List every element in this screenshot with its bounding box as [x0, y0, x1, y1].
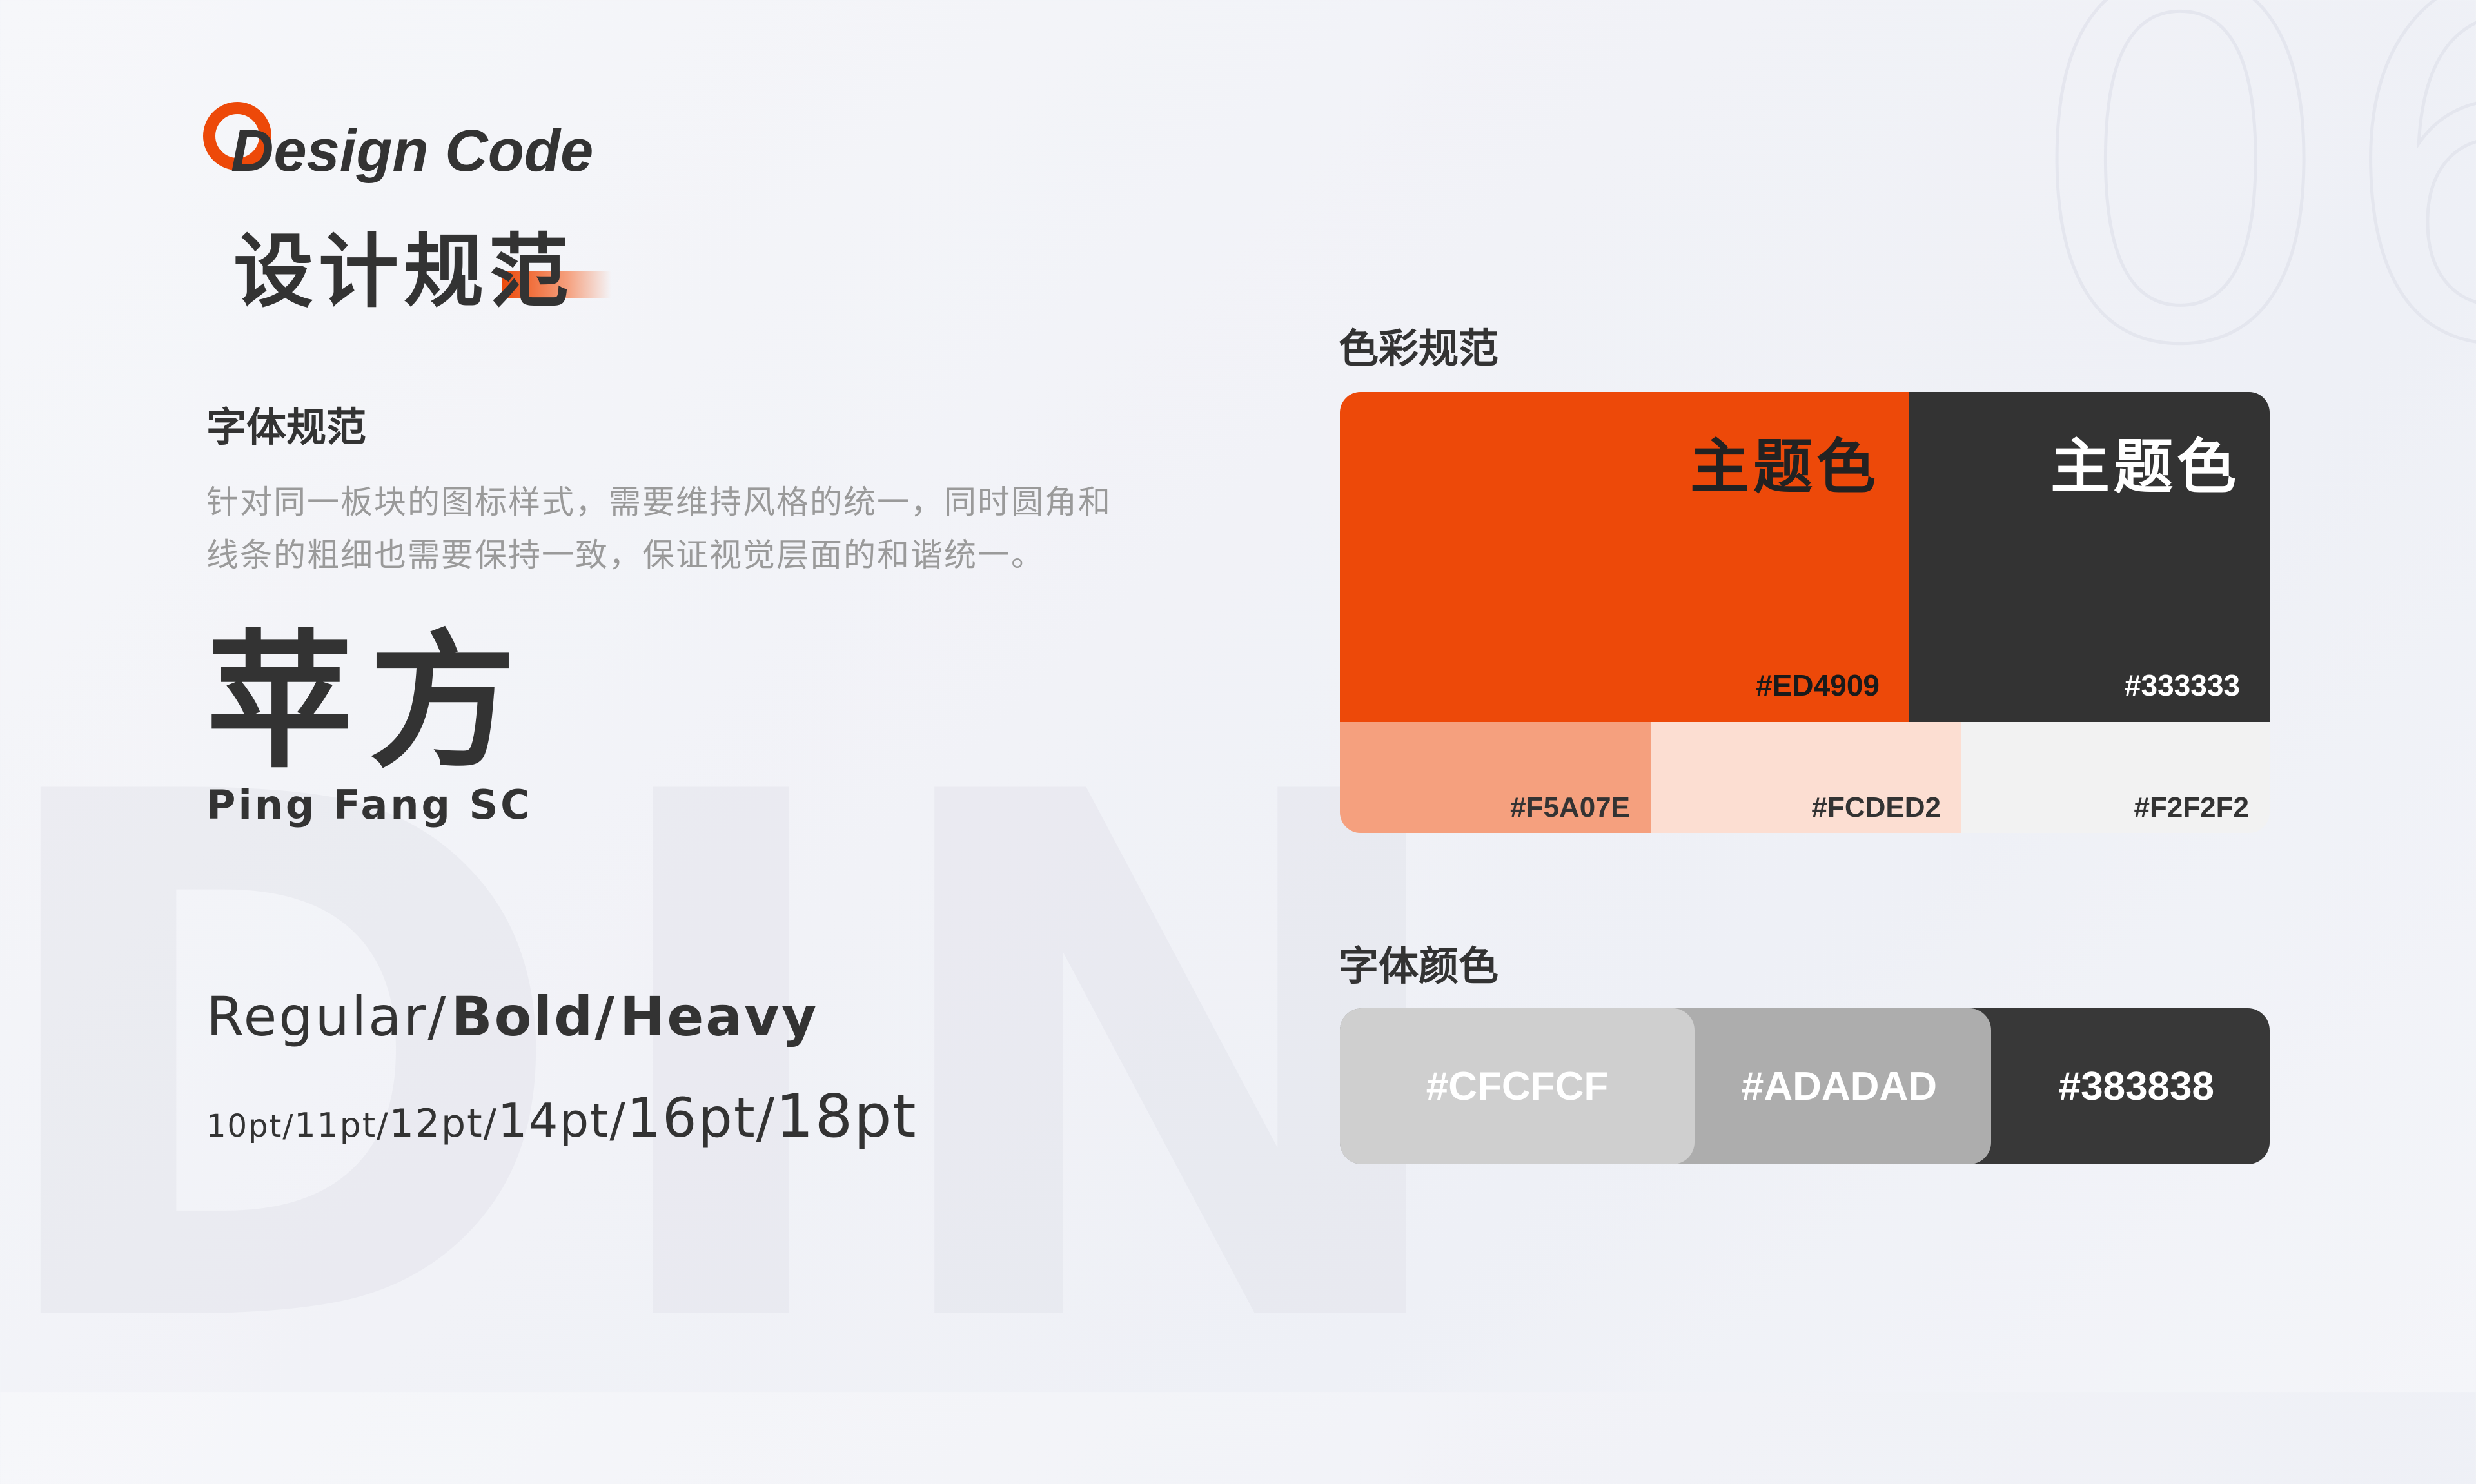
- font-size-12: 12pt/: [389, 1101, 498, 1146]
- color-spec-heading: 色彩规范: [1339, 325, 1499, 372]
- font-size-14: 14pt/: [497, 1093, 627, 1147]
- font-size-11: 11pt/: [294, 1106, 389, 1145]
- swatch-tint-1-hex: #F5A07E: [1510, 792, 1630, 823]
- swatch-secondary: 主题色 #333333: [1909, 392, 2270, 722]
- swatch-tint-1: #F5A07E: [1340, 722, 1651, 833]
- swatch-primary: 主题色 #ED4909: [1340, 392, 1909, 722]
- font-size-10: 10pt/: [206, 1108, 295, 1144]
- swatch-tint-3-hex: #F2F2F2: [2134, 792, 2249, 823]
- text-color-mid-hex: #ADADAD: [1741, 1064, 1937, 1109]
- weight-bold: Bold/: [451, 985, 616, 1048]
- color-palette: 主题色 #ED4909 主题色 #333333 #F5A07E #FCDED2 …: [1340, 392, 2270, 833]
- page-title-cn: 设计规范: [233, 226, 575, 318]
- swatch-secondary-name: 主题色: [2050, 433, 2240, 502]
- swatch-primary-hex: #ED4909: [1756, 669, 1880, 702]
- swatch-secondary-hex: #333333: [2124, 669, 2240, 702]
- page-title-en: Design Code: [231, 118, 594, 184]
- swatch-tint-2-hex: #FCDED2: [1811, 792, 1941, 823]
- text-color-heading: 字体颜色: [1339, 942, 1499, 990]
- weight-regular: Regular/: [206, 985, 448, 1048]
- font-sizes: 10pt/11pt/12pt/14pt/16pt/18pt: [206, 1082, 918, 1151]
- swatch-tint-3: #F2F2F2: [1961, 722, 2270, 833]
- swatch-primary-name: 主题色: [1689, 433, 1880, 502]
- font-size-16: 16pt/: [626, 1086, 776, 1149]
- text-color-palette: #383838 #ADADAD #CFCFCF: [1340, 1008, 2270, 1164]
- font-spec-description: 针对同一板块的图标样式，需要维持风格的统一，同时圆角和 线条的粗细也需要保持一致…: [206, 476, 1186, 581]
- weight-heavy: Heavy: [620, 985, 819, 1048]
- text-color-light: #CFCFCF: [1340, 1008, 1695, 1164]
- font-name-cn: 苹方: [206, 616, 531, 788]
- font-weights: Regular/ Bold/ Heavy: [206, 985, 818, 1048]
- font-size-18: 18pt: [776, 1082, 918, 1151]
- swatch-tint-2: #FCDED2: [1651, 722, 1961, 833]
- font-spec-heading: 字体规范: [206, 404, 367, 451]
- background-page-number-watermark: 06: [2023, 0, 2476, 453]
- font-spec-description-line-2: 线条的粗细也需要保持一致，保证视觉层面的和谐统一。: [206, 536, 1045, 574]
- font-spec-description-line-1: 针对同一板块的图标样式，需要维持风格的统一，同时圆角和: [206, 483, 1112, 521]
- font-name-en: Ping Fang SC: [206, 781, 533, 828]
